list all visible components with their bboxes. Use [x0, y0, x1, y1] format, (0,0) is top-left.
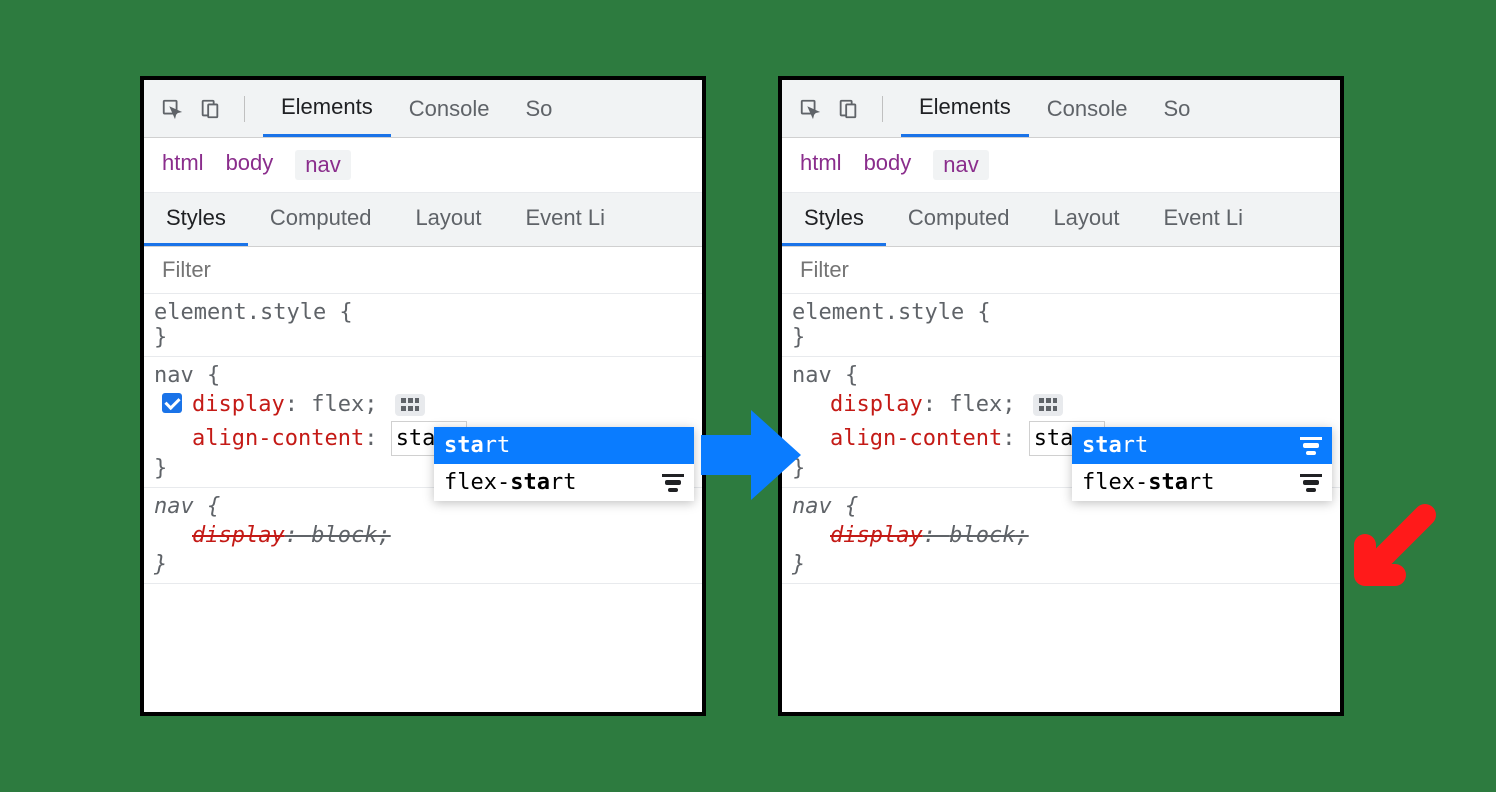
- brace-close-ua: }: [792, 552, 805, 577]
- checkbox-enabled-icon[interactable]: [162, 393, 182, 413]
- subtab-layout[interactable]: Layout: [1031, 193, 1141, 246]
- align-start-icon: [662, 474, 684, 492]
- align-start-icon: [1300, 474, 1322, 492]
- crumb-html[interactable]: html: [162, 150, 204, 180]
- brace-close: }: [154, 325, 167, 350]
- crumb-html[interactable]: html: [800, 150, 842, 180]
- rule-nav[interactable]: nav { display: flex; align-content: star…: [782, 357, 1340, 488]
- match-rest: rt: [1122, 433, 1149, 458]
- selector-ua-nav: nav {: [154, 494, 220, 519]
- rule-nav[interactable]: nav { display: flex; align-content: star…: [144, 357, 702, 488]
- toolbar-divider: [244, 96, 245, 122]
- toolbar-divider: [882, 96, 883, 122]
- tab-elements[interactable]: Elements: [901, 80, 1029, 137]
- flex-editor-icon[interactable]: [1033, 394, 1063, 416]
- transition-arrow-icon: [696, 400, 806, 515]
- prop-value-block-overridden: block: [949, 523, 1015, 548]
- autocomplete-option-flex-start[interactable]: flex-start: [1072, 464, 1332, 501]
- rule-ua-nav[interactable]: nav { display: block; }: [782, 488, 1340, 584]
- subtab-computed[interactable]: Computed: [248, 193, 394, 246]
- breadcrumb: html body nav: [144, 138, 702, 193]
- rule-element-style[interactable]: element.style { }: [782, 294, 1340, 357]
- subtabs: Styles Computed Layout Event Li: [144, 193, 702, 247]
- subtab-styles[interactable]: Styles: [782, 193, 886, 246]
- tab-sources-truncated[interactable]: So: [507, 82, 570, 136]
- prop-value-block-overridden: block: [311, 523, 377, 548]
- autocomplete-dropdown: start flex-start: [434, 427, 694, 501]
- prop-value-flex: flex: [949, 392, 1002, 417]
- match-bold: sta: [1148, 470, 1188, 495]
- subtab-layout[interactable]: Layout: [393, 193, 503, 246]
- match-bold: sta: [1082, 433, 1122, 458]
- autocomplete-option-start[interactable]: start: [434, 427, 694, 464]
- prop-value-flex: flex: [311, 392, 364, 417]
- prop-ua-display: display: block;: [154, 519, 692, 552]
- devtools-panel-after: Elements Console So html body nav Styles…: [778, 76, 1344, 716]
- subtabs: Styles Computed Layout Event Li: [782, 193, 1340, 247]
- main-toolbar: Elements Console So: [144, 80, 702, 138]
- breadcrumb: html body nav: [782, 138, 1340, 193]
- match-bold: sta: [444, 433, 484, 458]
- subtab-styles[interactable]: Styles: [144, 193, 248, 246]
- filter-input[interactable]: Filter: [782, 247, 1340, 294]
- match-pre: flex-: [1082, 470, 1148, 495]
- prop-display[interactable]: display: flex;: [154, 388, 692, 421]
- devtools-panel-before: Elements Console So html body nav Styles…: [140, 76, 706, 716]
- match-rest: rt: [484, 433, 511, 458]
- crumb-nav[interactable]: nav: [933, 150, 988, 180]
- flex-editor-icon[interactable]: [395, 394, 425, 416]
- brace-close-nav: }: [154, 456, 167, 481]
- prop-name-display-overridden: display: [192, 523, 285, 548]
- tab-elements[interactable]: Elements: [263, 80, 391, 137]
- inspect-icon[interactable]: [158, 95, 186, 123]
- crumb-nav[interactable]: nav: [295, 150, 350, 180]
- prop-name-align-content: align-content: [192, 426, 364, 451]
- align-start-icon: [1300, 437, 1322, 455]
- brace-close: }: [792, 325, 805, 350]
- brace-close-ua: }: [154, 552, 167, 577]
- selector-element-style: element.style {: [154, 300, 353, 325]
- main-toolbar: Elements Console So: [782, 80, 1340, 138]
- subtab-event-listeners-truncated[interactable]: Event Li: [504, 193, 628, 246]
- tab-console[interactable]: Console: [391, 82, 508, 136]
- tab-console[interactable]: Console: [1029, 82, 1146, 136]
- subtab-computed[interactable]: Computed: [886, 193, 1032, 246]
- crumb-body[interactable]: body: [226, 150, 274, 180]
- match-bold: sta: [510, 470, 550, 495]
- rule-ua-nav[interactable]: nav { display: block; }: [144, 488, 702, 584]
- prop-display[interactable]: display: flex;: [792, 388, 1330, 421]
- autocomplete-dropdown: start flex-start: [1072, 427, 1332, 501]
- crumb-body[interactable]: body: [864, 150, 912, 180]
- selector-nav: nav {: [792, 363, 858, 388]
- match-rest: rt: [550, 470, 577, 495]
- tab-sources-truncated[interactable]: So: [1145, 82, 1208, 136]
- styles-body: element.style { } nav { display: flex; a…: [144, 294, 702, 584]
- inspect-icon[interactable]: [796, 95, 824, 123]
- device-toggle-icon[interactable]: [834, 95, 862, 123]
- rule-element-style[interactable]: element.style { }: [144, 294, 702, 357]
- subtab-event-listeners-truncated[interactable]: Event Li: [1142, 193, 1266, 246]
- match-rest: rt: [1188, 470, 1215, 495]
- prop-ua-display: display: block;: [792, 519, 1330, 552]
- autocomplete-option-start[interactable]: start: [1072, 427, 1332, 464]
- match-pre: flex-: [444, 470, 510, 495]
- autocomplete-option-flex-start[interactable]: flex-start: [434, 464, 694, 501]
- selector-nav: nav {: [154, 363, 220, 388]
- styles-body: element.style { } nav { display: flex; a…: [782, 294, 1340, 584]
- typed-text: sta: [1034, 426, 1074, 451]
- typed-text: sta: [396, 426, 436, 451]
- prop-name-align-content: align-content: [830, 426, 1002, 451]
- selector-element-style: element.style {: [792, 300, 991, 325]
- prop-name-display: display: [192, 392, 285, 417]
- device-toggle-icon[interactable]: [196, 95, 224, 123]
- prop-name-display-overridden: display: [830, 523, 923, 548]
- filter-input[interactable]: Filter: [144, 247, 702, 294]
- callout-arrow-icon: [1340, 500, 1440, 605]
- prop-name-display: display: [830, 392, 923, 417]
